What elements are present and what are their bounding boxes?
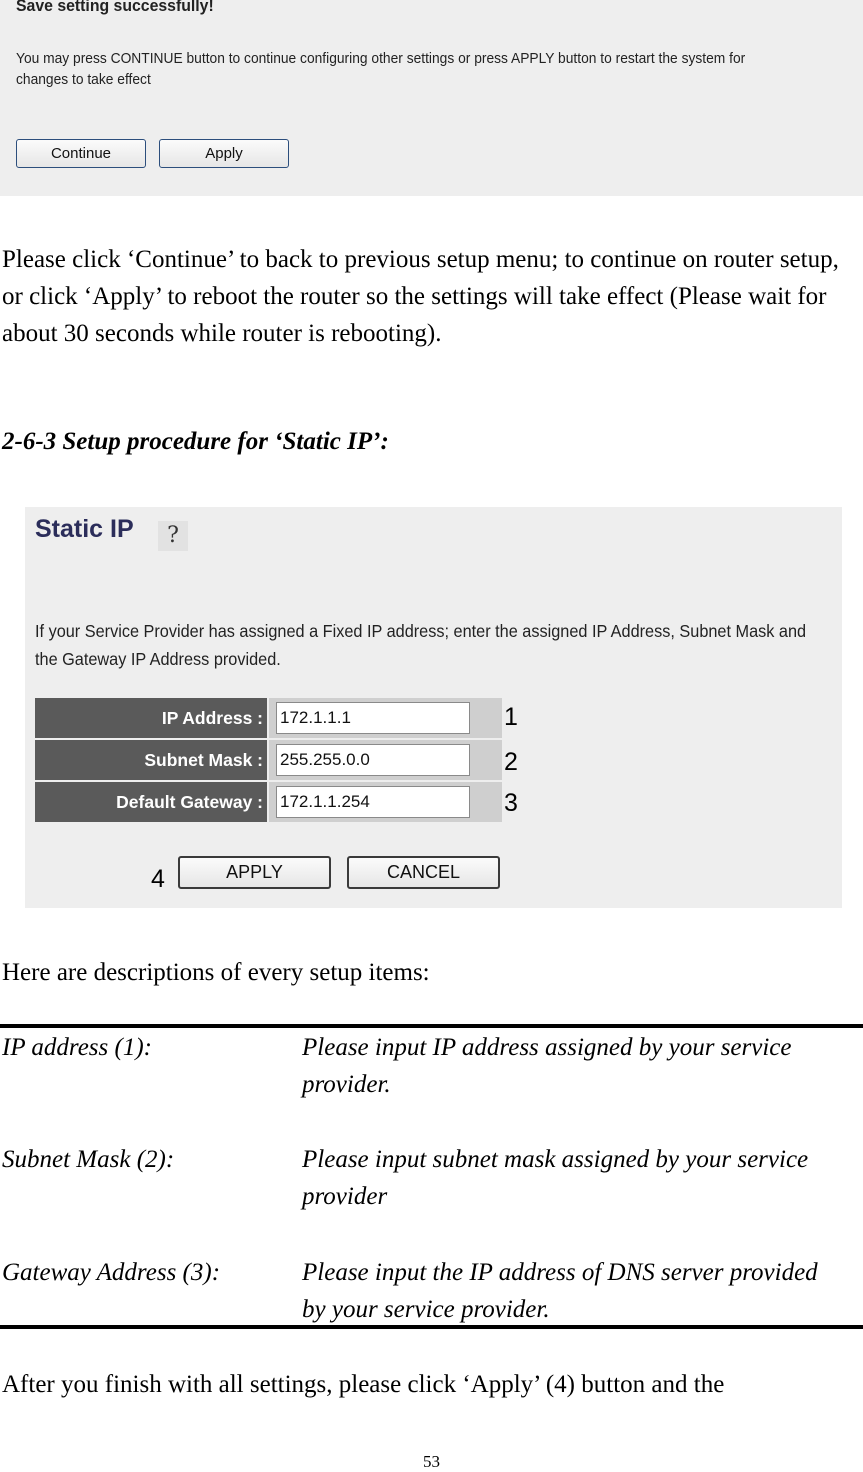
subnet-mask-cell xyxy=(269,740,502,780)
subnet-mask-input[interactable] xyxy=(276,744,470,776)
default-gateway-label: Default Gateway : xyxy=(35,782,267,822)
description-term: IP address (1): xyxy=(2,1034,152,1061)
ip-address-input[interactable] xyxy=(276,702,470,734)
description-term: Gateway Address (3): xyxy=(2,1259,221,1286)
continue-button[interactable]: Continue xyxy=(16,139,146,168)
save-success-title: Save setting successfully! xyxy=(16,0,214,15)
descriptions-intro: Here are descriptions of every setup ite… xyxy=(2,959,430,986)
help-icon[interactable]: ? xyxy=(158,521,188,551)
callout-4: 4 xyxy=(151,865,165,893)
subnet-mask-row: Subnet Mask : xyxy=(35,740,502,780)
save-success-message: You may press CONTINUE button to continu… xyxy=(16,50,746,88)
subnet-mask-label: Subnet Mask : xyxy=(35,740,267,780)
static-ip-apply-button[interactable]: APPLY xyxy=(178,856,331,889)
static-ip-description: If your Service Provider has assigned a … xyxy=(35,621,807,669)
default-gateway-row: Default Gateway : xyxy=(35,782,502,822)
static-ip-screenshot: Static IP ? If your Service Provider has… xyxy=(25,507,842,908)
callout-3: 3 xyxy=(504,789,518,817)
callout-1: 1 xyxy=(504,703,518,731)
ip-address-label: IP Address : xyxy=(35,698,267,738)
instruction-paragraph: Please click ‘Continue’ to back to previ… xyxy=(2,246,839,347)
apply-button[interactable]: Apply xyxy=(159,139,289,168)
table-top-rule xyxy=(0,1024,863,1028)
table-bottom-rule xyxy=(0,1325,863,1329)
default-gateway-cell xyxy=(269,782,502,822)
static-ip-title: Static IP xyxy=(35,515,134,543)
static-ip-cancel-button[interactable]: CANCEL xyxy=(347,856,500,889)
description-definition: Please input subnet mask assigned by you… xyxy=(302,1146,809,1210)
description-definition: Please input IP address assigned by your… xyxy=(302,1034,792,1098)
callout-2: 2 xyxy=(504,748,518,776)
section-heading: 2-6-3 Setup procedure for ‘Static IP’: xyxy=(2,428,389,455)
ip-address-row: IP Address : xyxy=(35,698,502,738)
ip-address-cell xyxy=(269,698,502,738)
closing-paragraph: After you finish with all settings, plea… xyxy=(2,1371,725,1398)
save-success-screenshot: Save setting successfully! You may press… xyxy=(0,0,863,196)
description-term: Subnet Mask (2): xyxy=(2,1146,175,1173)
page-number: 53 xyxy=(423,1452,440,1471)
default-gateway-input[interactable] xyxy=(276,786,470,818)
description-definition: Please input the IP address of DNS serve… xyxy=(302,1259,818,1323)
